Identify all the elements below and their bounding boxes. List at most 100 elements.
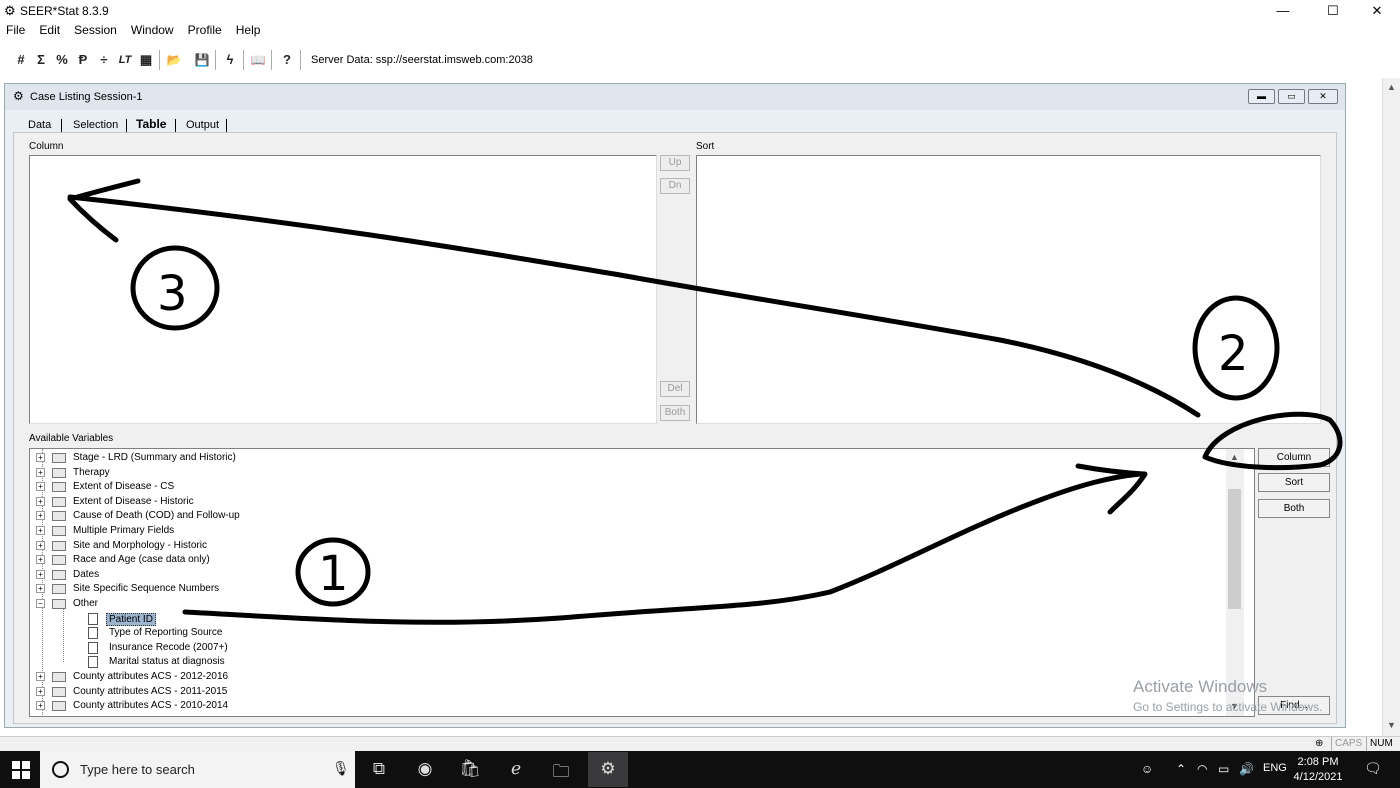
file-explorer-icon[interactable]: 🗀 — [546, 759, 576, 788]
session-titlebar: ⚙ Case Listing Session-1 ▬ ▭ ✕ — [5, 84, 1345, 110]
toolbar: # Σ % Ᵽ ÷ LT ▦ 📂 💾 ϟ 📖 ? Server Data: ss… — [0, 46, 1400, 74]
menu-edit[interactable]: Edit — [33, 22, 65, 37]
sort-label: Sort — [696, 141, 715, 152]
scroll-down-arrow-icon[interactable]: ▼ — [1387, 720, 1396, 730]
scroll-up-arrow-icon[interactable]: ▲ — [1387, 82, 1396, 92]
expand-icon[interactable]: + — [36, 701, 45, 711]
save-icon[interactable]: 💾 — [192, 49, 212, 71]
menu-profile[interactable]: Profile — [182, 22, 227, 37]
tree-folder-item[interactable]: + Site and Morphology - Historic — [30, 539, 1220, 554]
expand-icon[interactable]: + — [36, 540, 45, 550]
sigma-icon[interactable]: Σ — [31, 49, 51, 71]
seerstat-taskbar-icon[interactable]: ⚙ — [588, 752, 628, 787]
expand-icon[interactable]: + — [36, 584, 45, 594]
session-restore-button[interactable]: ▭ — [1278, 89, 1305, 104]
folder-icon — [52, 599, 66, 609]
task-view-icon[interactable]: ⧉ — [364, 759, 394, 779]
tab-table[interactable]: Table — [136, 114, 166, 132]
menu-file[interactable]: File — [0, 22, 30, 37]
search-placeholder: Type here to search — [80, 762, 195, 777]
remove-both-button[interactable]: Both — [660, 405, 690, 421]
expand-icon[interactable]: + — [36, 496, 45, 506]
edge-icon[interactable]: ℯ — [501, 759, 531, 779]
tree-folder-item[interactable]: − Other — [30, 597, 1220, 612]
tree-folder-label: Stage - LRD (Summary and Historic) — [73, 452, 236, 463]
tree-folder-item[interactable]: + County attributes ACS - 2010-2014 — [30, 699, 1220, 714]
available-variables-label: Available Variables — [29, 433, 114, 444]
tab-separator — [126, 119, 127, 133]
people-icon[interactable]: ☺ — [1141, 762, 1153, 776]
delete-button[interactable]: Del — [660, 381, 690, 397]
percent-icon[interactable]: % — [52, 49, 72, 71]
p-icon[interactable]: Ᵽ — [73, 49, 93, 71]
notes-icon[interactable]: ▭ — [1218, 762, 1229, 776]
scroll-thumb[interactable] — [1228, 489, 1241, 609]
session-close-button[interactable]: ✕ — [1308, 89, 1338, 104]
minimize-button[interactable]: — — [1260, 0, 1306, 22]
open-folder-icon[interactable]: 📂 — [164, 49, 184, 71]
tree-folder-item[interactable]: + County attributes ACS - 2012-2016 — [30, 670, 1220, 685]
list-scroll-up-icon[interactable]: ▲ — [1230, 452, 1239, 462]
add-sort-button[interactable]: Sort — [1258, 473, 1330, 492]
expand-icon[interactable]: + — [36, 569, 45, 579]
firefox-icon[interactable]: ◉ — [410, 759, 440, 779]
windows-start-icon[interactable] — [12, 761, 30, 779]
taskbar-search-box[interactable]: Type here to search 🎙 — [40, 751, 355, 788]
expand-icon[interactable]: + — [36, 482, 45, 492]
tree-folder-item[interactable]: + Extent of Disease - CS — [30, 480, 1220, 495]
tree-folder-item[interactable]: + Extent of Disease - Historic — [30, 495, 1220, 510]
maximize-button[interactable]: ☐ — [1310, 0, 1356, 22]
close-button[interactable]: ✕ — [1354, 0, 1400, 22]
session-minimize-button[interactable]: ▬ — [1248, 89, 1275, 104]
expand-icon[interactable]: + — [36, 555, 45, 565]
divide-icon[interactable]: ÷ — [94, 49, 114, 71]
menu-session[interactable]: Session — [68, 22, 122, 37]
tree-leaf-item[interactable]: Type of Reporting Source — [30, 626, 1220, 641]
store-icon[interactable]: 🛍 — [455, 759, 485, 779]
add-both-button[interactable]: Both — [1258, 499, 1330, 518]
expand-icon[interactable]: + — [36, 526, 45, 535]
help-icon[interactable]: ? — [277, 49, 297, 71]
lt-icon[interactable]: LT — [115, 49, 135, 71]
add-column-button[interactable]: Column — [1258, 448, 1330, 467]
up-button[interactable]: Up — [660, 155, 690, 171]
session-icon: ⚙ — [13, 89, 24, 103]
tree-folder-item[interactable]: + Multiple Primary Fields — [30, 524, 1220, 539]
tree-folder-item[interactable]: + Site Specific Sequence Numbers — [30, 582, 1220, 597]
lightning-icon[interactable]: ϟ — [220, 49, 240, 71]
sort-listbox[interactable] — [696, 155, 1321, 424]
tree-item-label: Marital status at diagnosis — [109, 656, 225, 668]
menu-window[interactable]: Window — [125, 22, 179, 37]
tree-leaf-item[interactable]: Patient ID — [30, 612, 1220, 627]
expand-icon[interactable]: + — [36, 686, 45, 696]
language-indicator[interactable]: ENG — [1263, 762, 1287, 774]
tree-folder-item[interactable]: + Cause of Death (COD) and Follow-up — [30, 509, 1220, 524]
book-icon[interactable]: 📖 — [248, 49, 268, 71]
tree-folder-item[interactable]: + Race and Age (case data only) — [30, 553, 1220, 568]
microphone-icon[interactable]: 🎙 — [332, 760, 350, 777]
collapse-icon[interactable]: − — [36, 599, 45, 608]
taskbar-clock[interactable]: 2:08 PM 4/12/2021 — [1293, 755, 1343, 785]
expand-icon[interactable]: + — [36, 467, 45, 477]
tree-leaf-item[interactable]: Marital status at diagnosis — [30, 655, 1220, 670]
grid-icon[interactable]: ▦ — [136, 49, 156, 71]
expand-icon[interactable]: + — [36, 453, 45, 462]
tree-folder-item[interactable]: + Therapy — [30, 466, 1220, 481]
expand-icon[interactable]: + — [36, 511, 45, 521]
available-variables-tree[interactable]: + Stage - LRD (Summary and Historic) + Ther… — [29, 448, 1255, 717]
tree-leaf-item[interactable]: Insurance Recode (2007+) — [30, 641, 1220, 656]
hash-icon[interactable]: # — [11, 49, 31, 71]
tree-folder-item[interactable]: + County attributes ACS - 2011-2015 — [30, 685, 1220, 700]
menu-help[interactable]: Help — [230, 22, 266, 37]
workspace-scrollbar[interactable]: ▲ ▼ — [1382, 78, 1400, 736]
show-hidden-icons[interactable]: ⌃ — [1176, 762, 1186, 776]
tree-folder-item[interactable]: + Stage - LRD (Summary and Historic) — [30, 451, 1220, 466]
wifi-icon[interactable]: ◠ — [1197, 762, 1207, 776]
volume-icon[interactable]: 🔊 — [1239, 762, 1254, 776]
tree-folder-label: Extent of Disease - Historic — [73, 495, 194, 507]
notifications-icon[interactable]: 🗨 — [1364, 760, 1382, 777]
tree-folder-item[interactable]: + Dates — [30, 568, 1220, 583]
expand-icon[interactable]: + — [36, 672, 45, 681]
down-button[interactable]: Dn — [660, 178, 690, 194]
column-listbox[interactable] — [29, 155, 657, 424]
